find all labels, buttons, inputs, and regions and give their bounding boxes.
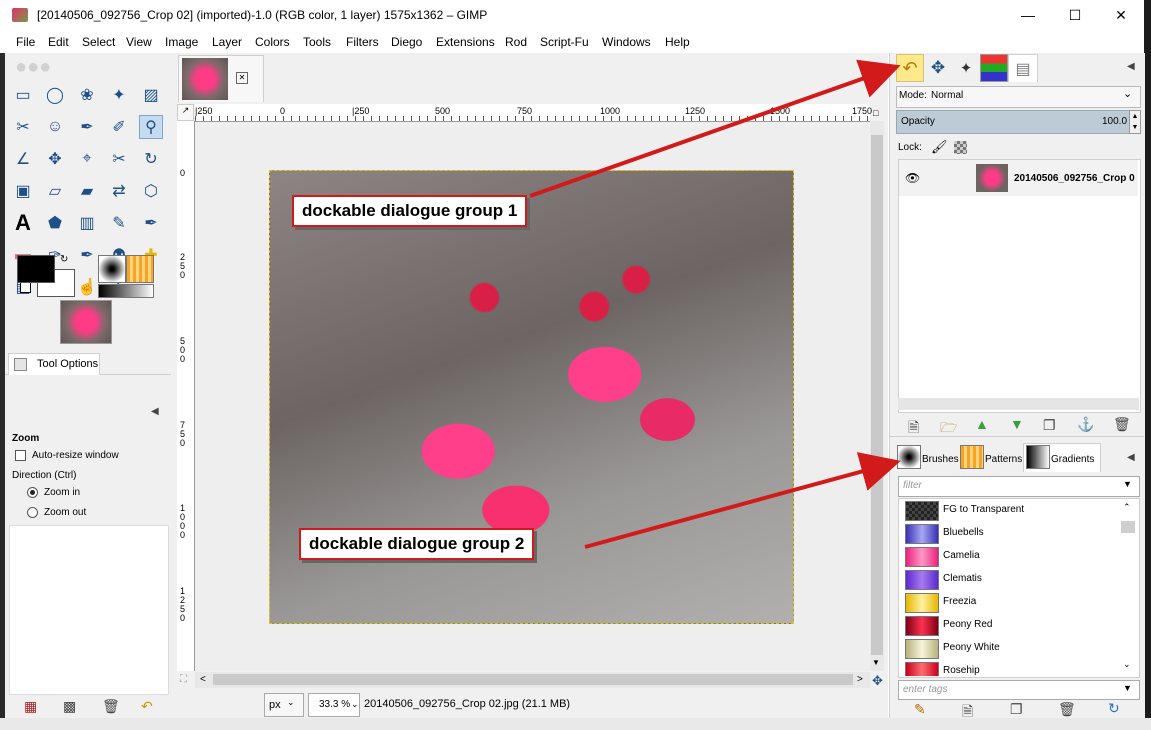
arrow-to-group1 bbox=[529, 59, 901, 198]
annotation-arrows bbox=[529, 59, 901, 549]
foreground-color-overlay[interactable] bbox=[17, 255, 55, 283]
callout-group2: dockable dialogue group 2 bbox=[299, 528, 535, 560]
callout-group1: dockable dialogue group 1 bbox=[292, 195, 528, 227]
arrow-to-group2 bbox=[584, 452, 901, 549]
